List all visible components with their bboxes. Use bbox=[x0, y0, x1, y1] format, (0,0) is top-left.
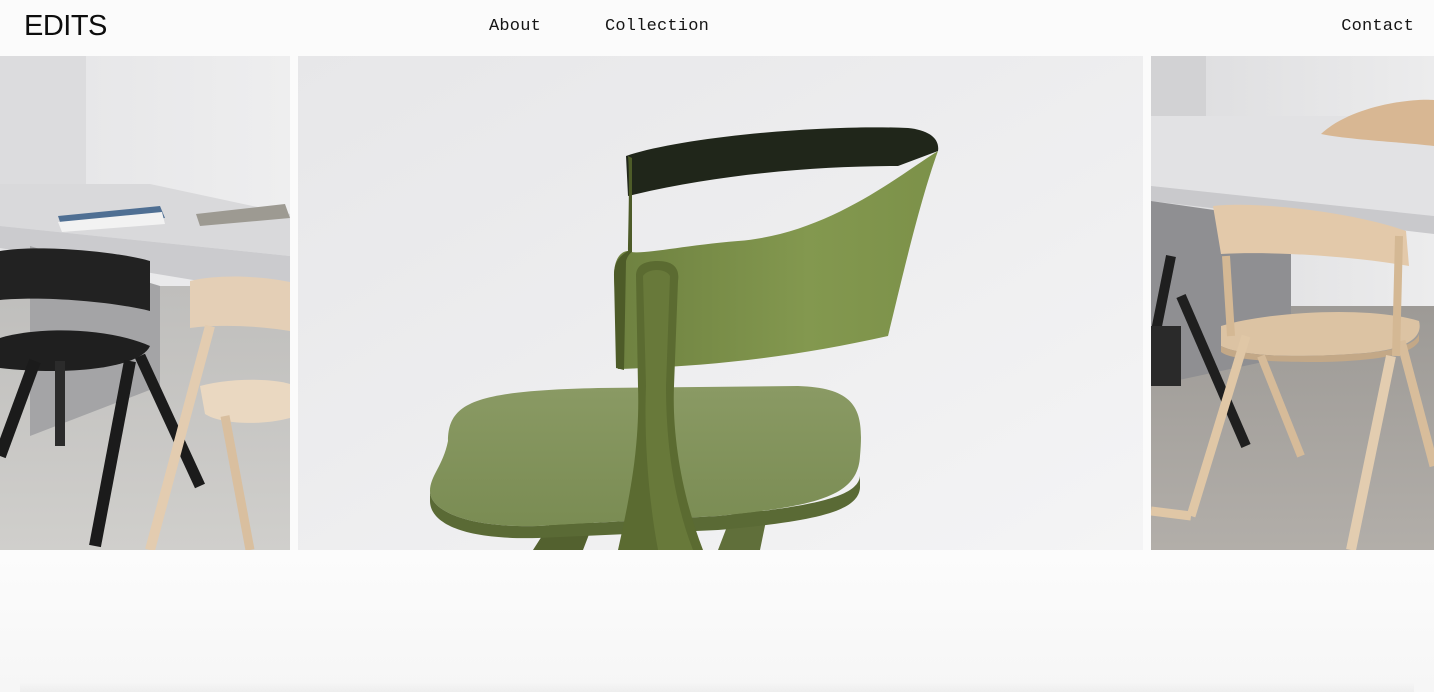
nav-contact-link[interactable]: Contact bbox=[1341, 16, 1414, 38]
carousel-slide-current[interactable] bbox=[298, 56, 1143, 550]
logo[interactable]: EDITS bbox=[24, 8, 107, 44]
footer-shadow bbox=[20, 682, 1414, 692]
page-footer-area bbox=[0, 550, 1434, 692]
site-header: EDITS About Collection Contact bbox=[0, 0, 1434, 56]
nav-about-link[interactable]: About bbox=[489, 16, 541, 38]
oak-chairs-photo bbox=[1151, 56, 1434, 550]
green-chair-photo bbox=[298, 56, 1143, 550]
nav-collection-link[interactable]: Collection bbox=[605, 16, 709, 38]
carousel-slide-next[interactable] bbox=[1151, 56, 1434, 550]
image-carousel[interactable] bbox=[0, 56, 1434, 550]
dining-room-photo bbox=[0, 56, 290, 550]
carousel-slide-previous[interactable] bbox=[0, 56, 290, 550]
